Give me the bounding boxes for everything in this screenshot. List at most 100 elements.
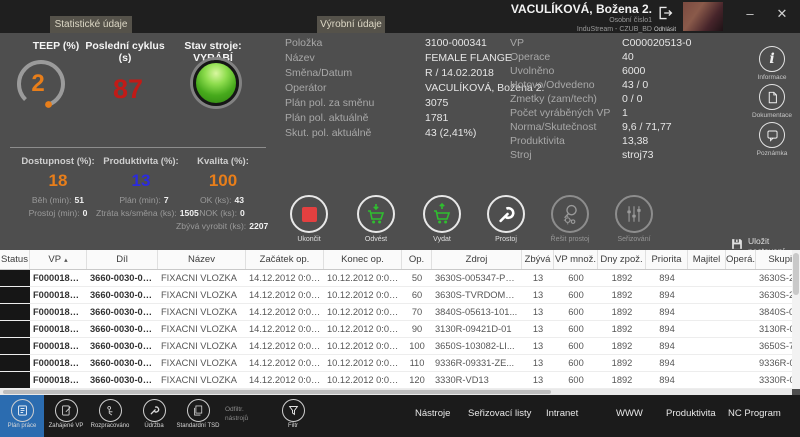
table-row[interactable]: F0000189643660-0030-0701FIXACNI VLOZKA14… <box>0 270 792 287</box>
cell-dil: 3660-0030-0701 <box>87 270 158 286</box>
cell-zbyva: 13 <box>522 287 554 303</box>
field-row: NOK (ks):0 <box>176 207 268 220</box>
cell-dil: 3660-0030-0701 <box>87 372 158 388</box>
cell-zdroj: 3630S-TVRDOME... <box>432 287 522 303</box>
vertical-scrollbar-thumb[interactable] <box>793 253 799 295</box>
field-value: 3075 <box>425 96 448 111</box>
link-produktivita[interactable]: Produktivita <box>666 408 716 419</box>
cell-nazev: FIXACNI VLOZKA <box>158 287 246 303</box>
link-serizovaci-listy[interactable]: Seřizovací listy <box>468 408 531 419</box>
deliver-button[interactable]: Odvést <box>344 195 408 243</box>
information-button[interactable]: i Informace <box>746 46 798 81</box>
column-header-dil[interactable]: Díl <box>87 250 158 269</box>
cell-skupina: 9336R-098... <box>756 355 792 371</box>
column-header-konec[interactable]: Konec op. <box>324 250 402 269</box>
field-label: Prostoj (min): <box>29 208 80 218</box>
column-header-priorita[interactable]: Priorita <box>646 250 688 269</box>
column-header-skupina[interactable]: Skupina <box>756 250 792 269</box>
column-header-zacatek[interactable]: Začátek op. <box>246 250 324 269</box>
column-header-op[interactable]: Op. <box>402 250 432 269</box>
horizontal-scrollbar-thumb[interactable] <box>3 390 551 394</box>
link-nc-program[interactable]: NC Program <box>728 408 781 419</box>
cell-skupina: 3840S-056... <box>756 304 792 320</box>
column-header-majitel[interactable]: Majitel <box>688 250 726 269</box>
nav-plan-prace[interactable]: Plán práce <box>0 395 44 437</box>
issue-button[interactable]: Vydat <box>410 195 474 243</box>
tab-statisticke-udaje[interactable]: Statistické údaje <box>50 16 132 33</box>
note-button[interactable]: Poznámka <box>746 122 798 157</box>
table-row[interactable]: F0000189643660-0030-0701FIXACNI VLOZKA14… <box>0 372 792 389</box>
link-intranet[interactable]: Intranet <box>546 408 578 419</box>
user-name: VACULÍKOVÁ, Božena 2. <box>452 3 652 16</box>
table-row[interactable]: F0000189643660-0030-0701FIXACNI VLOZKA14… <box>0 338 792 355</box>
field-label: Zmetky (zam/tech) <box>510 92 622 106</box>
user-personal-number: Osobní číslo1 <box>452 16 652 25</box>
teep-value: 2 <box>14 70 62 98</box>
nav-zahajene-vp[interactable]: Zahájené VP <box>44 397 88 437</box>
field-label: Plán pol. aktuálně <box>285 111 425 126</box>
cell-opera <box>726 372 756 388</box>
field-row: Zmetky (zam/tech)0 / 0 <box>510 92 691 106</box>
table-row[interactable]: F0000189643660-0030-0701FIXACNI VLOZKA14… <box>0 355 792 372</box>
column-header-status[interactable]: Status <box>0 250 30 269</box>
note-icon <box>759 122 785 148</box>
cell-op: 50 <box>402 270 432 286</box>
field-value: 7 <box>164 195 169 205</box>
column-header-dnyzpoz[interactable]: Dny zpož. <box>598 250 646 269</box>
sort-arrow-icon: ▴ <box>64 257 68 264</box>
nav-standardni-tsd[interactable]: Standardní TSD <box>176 397 220 437</box>
column-header-opera[interactable]: Operá... <box>726 250 756 269</box>
cell-nazev: FIXACNI VLOZKA <box>158 355 246 371</box>
field-row: Norma/Skutečnost9,6 / 71,77 <box>510 120 691 134</box>
field-label: Operace <box>510 50 622 64</box>
cell-dnyzpoz: 1892 <box>598 321 646 337</box>
column-header-zbyva[interactable]: Zbývá <box>522 250 554 269</box>
setup-button[interactable]: Seřizování <box>602 195 666 243</box>
filter-button[interactable]: Filtr <box>271 397 315 437</box>
table-row[interactable]: F0000189643660-0030-0701FIXACNI VLOZKA14… <box>0 304 792 321</box>
table-row[interactable]: F0000189643660-0030-0701FIXACNI VLOZKA14… <box>0 287 792 304</box>
magnifier-gears-icon <box>551 195 589 233</box>
field-value: 13,38 <box>622 134 648 148</box>
info-icon: i <box>759 46 785 72</box>
nav-rozpracovano[interactable]: Rozpracováno <box>88 397 132 437</box>
field-row: Produktivita13,38 <box>510 134 691 148</box>
cell-status <box>0 270 30 286</box>
close-button[interactable]: ✕ <box>770 6 794 22</box>
field-value: 0 <box>83 208 88 218</box>
table-row[interactable]: F0000189643660-0030-0701FIXACNI VLOZKA14… <box>0 321 792 338</box>
cell-zacatek: 14.12.2012 0:00:00 <box>246 270 324 286</box>
solve-downtime-button[interactable]: Řešit prostoj <box>538 195 602 243</box>
cell-nazev: FIXACNI VLOZKA <box>158 338 246 354</box>
nav-udrzba[interactable]: Údržba <box>132 397 176 437</box>
field-row: Plán pol. za směnu3075 <box>285 96 544 111</box>
cell-status <box>0 372 30 388</box>
link-nastroje[interactable]: Nástroje <box>415 408 450 419</box>
vertical-scrollbar[interactable] <box>792 250 800 389</box>
cell-vpmnoz: 600 <box>554 304 598 320</box>
documentation-button[interactable]: Dokumentace <box>746 84 798 119</box>
column-header-vp[interactable]: VP▴ <box>30 250 87 269</box>
field-label: Ztráta ks/směna (ks): <box>96 208 177 218</box>
tab-vyrobni-udaje[interactable]: Výrobní údaje <box>317 16 385 33</box>
cell-majitel <box>688 287 726 303</box>
column-header-vpmnoz[interactable]: VP množ. <box>554 250 598 269</box>
field-label: Počet vyráběných VP <box>510 106 622 120</box>
minimize-button[interactable]: – <box>738 6 762 21</box>
column-header-zdroj[interactable]: Zdroj <box>432 250 522 269</box>
field-label: Hotovo/Odvedeno <box>510 78 622 92</box>
column-header-nazev[interactable]: Název <box>158 250 246 269</box>
productivity-label: Produktivita (%): <box>100 156 182 167</box>
field-label: Položka <box>285 36 425 51</box>
finish-button[interactable]: Ukončit <box>277 195 341 243</box>
logout-button[interactable]: Odhlásit <box>652 5 678 33</box>
downtime-button[interactable]: Prostoj <box>474 195 538 243</box>
work-plan-icon <box>11 399 34 422</box>
field-row: OperátorVACULÍKOVÁ, Božena 2. <box>285 81 544 96</box>
field-value: 2207 <box>249 221 268 231</box>
field-row: Směna/DatumR / 14.02.2018 <box>285 66 544 81</box>
production-fields-left: Položka3100-000341NázevFEMALE FLANGESměn… <box>285 36 544 141</box>
production-fields-right: VPC000020513-0Operace40Uvolněno6000Hotov… <box>510 36 691 162</box>
in-progress-icon <box>99 399 122 422</box>
link-www[interactable]: WWW <box>616 408 643 419</box>
